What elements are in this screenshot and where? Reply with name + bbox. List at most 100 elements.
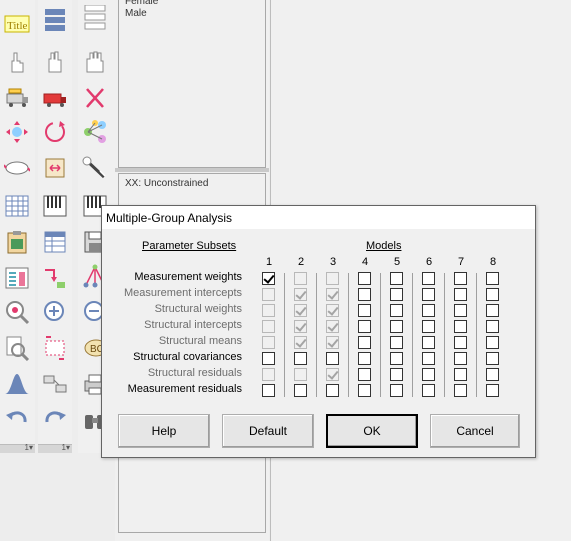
- model-6-checkbox[interactable]: [422, 272, 435, 285]
- model-4-checkbox[interactable]: [358, 352, 371, 365]
- model-2-checkbox: [294, 304, 307, 317]
- model-7-checkbox[interactable]: [454, 368, 467, 381]
- model-2-checkbox: [294, 368, 307, 381]
- model-5-checkbox[interactable]: [390, 272, 403, 285]
- dialog-titlebar[interactable]: Multiple-Group Analysis: [102, 206, 535, 229]
- model-8-checkbox[interactable]: [486, 384, 499, 397]
- hand-two-fingers-icon[interactable]: [41, 48, 69, 76]
- model-4-checkbox[interactable]: [358, 288, 371, 301]
- model-7-checkbox[interactable]: [454, 336, 467, 349]
- undo-icon[interactable]: [3, 406, 31, 434]
- model-number-1: 1: [265, 256, 273, 268]
- model-6-checkbox[interactable]: [422, 288, 435, 301]
- model-5-checkbox[interactable]: [390, 304, 403, 317]
- model-number-7: 7: [457, 256, 465, 268]
- move-arrows-icon[interactable]: [3, 118, 31, 146]
- column-separator: [380, 273, 381, 397]
- model-5-checkbox[interactable]: [390, 288, 403, 301]
- help-button[interactable]: Help: [118, 414, 210, 448]
- model-4-checkbox[interactable]: [358, 272, 371, 285]
- model-8-checkbox[interactable]: [486, 320, 499, 333]
- model-2-checkbox[interactable]: [294, 384, 307, 397]
- model-1-checkbox[interactable]: [262, 384, 275, 397]
- oval-icon[interactable]: [3, 154, 31, 182]
- list-item[interactable]: Female: [125, 0, 158, 8]
- zoom-in-icon[interactable]: [3, 298, 31, 326]
- model-label[interactable]: XX: Unconstrained: [125, 178, 208, 189]
- model-7-checkbox[interactable]: [454, 320, 467, 333]
- model-4-checkbox[interactable]: [358, 368, 371, 381]
- data-list-icon[interactable]: [3, 264, 31, 292]
- model-5-checkbox[interactable]: [390, 336, 403, 349]
- scroll-icon[interactable]: [41, 154, 69, 182]
- model-6-checkbox[interactable]: [422, 336, 435, 349]
- default-button[interactable]: Default: [222, 414, 314, 448]
- cross-icon[interactable]: [81, 84, 109, 112]
- cancel-button[interactable]: Cancel: [430, 414, 520, 448]
- zoom-page-icon[interactable]: [3, 334, 31, 362]
- toolbox-column-2: [38, 0, 72, 453]
- clipboard-icon[interactable]: [3, 228, 31, 256]
- magic-wand-icon[interactable]: [81, 154, 109, 182]
- model-8-checkbox[interactable]: [486, 352, 499, 365]
- model-5-checkbox[interactable]: [390, 384, 403, 397]
- title-icon[interactable]: Title: [3, 10, 31, 38]
- normal-curve-icon[interactable]: [3, 370, 31, 398]
- resize-icon[interactable]: [41, 334, 69, 362]
- toolbox-footer-1: 1▾: [0, 443, 35, 453]
- column-separator: [316, 273, 317, 397]
- arrows-icon[interactable]: [41, 264, 69, 292]
- list-icon[interactable]: [81, 4, 109, 32]
- ok-button[interactable]: OK: [326, 414, 418, 448]
- parameter-subset-label: Measurement weights: [134, 271, 242, 283]
- truck-icon[interactable]: [3, 84, 31, 112]
- network-icon[interactable]: [81, 118, 109, 146]
- hand-one-finger-icon[interactable]: [3, 48, 31, 76]
- model-7-checkbox[interactable]: [454, 352, 467, 365]
- model-4-checkbox[interactable]: [358, 320, 371, 333]
- model-5-checkbox[interactable]: [390, 368, 403, 381]
- model-7-checkbox[interactable]: [454, 304, 467, 317]
- parameter-subset-label: Structural covariances: [133, 351, 242, 363]
- model-1-checkbox[interactable]: [262, 352, 275, 365]
- model-2-checkbox[interactable]: [294, 352, 307, 365]
- model-1-checkbox: [262, 368, 275, 381]
- model-7-checkbox[interactable]: [454, 384, 467, 397]
- table-icon[interactable]: [3, 192, 31, 220]
- model-5-checkbox[interactable]: [390, 352, 403, 365]
- model-8-checkbox[interactable]: [486, 288, 499, 301]
- model-6-checkbox[interactable]: [422, 320, 435, 333]
- model-8-checkbox[interactable]: [486, 272, 499, 285]
- list-icon[interactable]: [41, 6, 69, 34]
- hand-four-fingers-icon[interactable]: [81, 48, 109, 76]
- model-3-checkbox[interactable]: [326, 352, 339, 365]
- column-separator: [348, 273, 349, 397]
- zoom-plus-icon[interactable]: [41, 298, 69, 326]
- model-6-checkbox[interactable]: [422, 384, 435, 397]
- piano-keys-icon[interactable]: [41, 192, 69, 220]
- panel-splitter[interactable]: [115, 168, 269, 172]
- model-8-checkbox[interactable]: [486, 368, 499, 381]
- drag-icon[interactable]: [41, 370, 69, 398]
- model-4-checkbox[interactable]: [358, 336, 371, 349]
- model-6-checkbox[interactable]: [422, 368, 435, 381]
- model-8-checkbox[interactable]: [486, 304, 499, 317]
- model-8-checkbox[interactable]: [486, 336, 499, 349]
- redo-icon[interactable]: [41, 406, 69, 434]
- column-separator: [284, 273, 285, 397]
- model-3-checkbox[interactable]: [326, 384, 339, 397]
- model-7-checkbox[interactable]: [454, 272, 467, 285]
- model-5-checkbox[interactable]: [390, 320, 403, 333]
- model-7-checkbox[interactable]: [454, 288, 467, 301]
- model-4-checkbox[interactable]: [358, 384, 371, 397]
- truck-red-icon[interactable]: [41, 84, 69, 112]
- model-1-checkbox: [262, 304, 275, 317]
- list-item[interactable]: Male: [125, 8, 158, 20]
- parameter-subsets-header: Parameter Subsets: [142, 240, 237, 252]
- model-6-checkbox[interactable]: [422, 304, 435, 317]
- model-6-checkbox[interactable]: [422, 352, 435, 365]
- data-sheet-icon[interactable]: [41, 228, 69, 256]
- model-1-checkbox[interactable]: [262, 272, 275, 285]
- model-4-checkbox[interactable]: [358, 304, 371, 317]
- rotate-icon[interactable]: [41, 118, 69, 146]
